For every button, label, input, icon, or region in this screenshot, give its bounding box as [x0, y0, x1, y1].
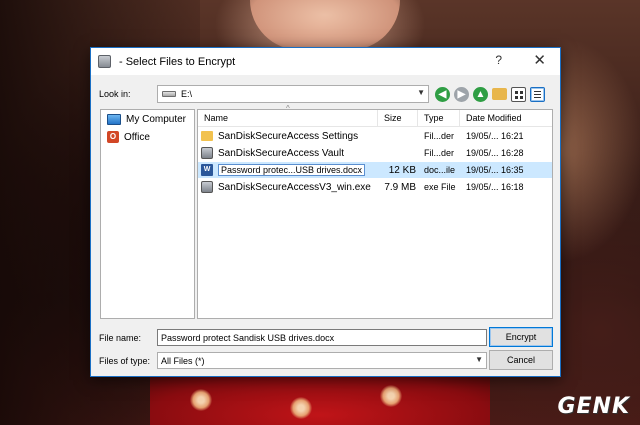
- folder-icon: [201, 131, 213, 141]
- place-label: Office: [124, 131, 150, 143]
- file-name: SanDiskSecureAccess Settings: [218, 130, 359, 142]
- column-headers: ^ Name Size Type Date Modified: [198, 104, 552, 127]
- background-dress: [150, 375, 490, 425]
- file-name: SanDiskSecureAccessV3_win.exe: [218, 181, 371, 193]
- vault-icon: [201, 147, 213, 159]
- column-date-modified[interactable]: Date Modified: [460, 110, 540, 127]
- column-type[interactable]: Type: [418, 109, 460, 127]
- new-folder-icon[interactable]: [492, 88, 507, 100]
- file-type-dropdown[interactable]: All Files (*) ▼: [157, 352, 487, 369]
- chevron-down-icon: ▼: [475, 355, 483, 364]
- column-size[interactable]: Size: [378, 109, 418, 127]
- file-type: exe File: [424, 182, 456, 192]
- file-type: doc...ile: [424, 165, 456, 175]
- chevron-down-icon: ▼: [417, 88, 425, 97]
- select-files-dialog: - Select Files to Encrypt ? ✕ Look in: E…: [90, 47, 561, 377]
- file-type: Fil...der: [424, 131, 455, 141]
- place-label: My Computer: [126, 113, 187, 125]
- file-name-input[interactable]: [157, 329, 487, 346]
- place-my-computer[interactable]: My Computer: [101, 110, 194, 128]
- place-office[interactable]: O Office: [101, 128, 194, 146]
- file-size: 7.9 MB: [384, 181, 416, 193]
- file-row-selected[interactable]: W Password protec...USB drives.docx 12 KB…: [198, 162, 552, 178]
- file-name-row: File name:: [99, 329, 554, 346]
- file-name-label: File name:: [99, 332, 142, 343]
- help-button[interactable]: ?: [495, 53, 502, 67]
- file-row[interactable]: SanDiskSecureAccess Settings Fil...der 1…: [198, 128, 552, 144]
- file-date: 19/05/... 16:35: [466, 165, 524, 175]
- forward-icon[interactable]: ▶: [454, 86, 469, 102]
- navigation-toolbar: ◀ ▶ ▲: [435, 86, 549, 102]
- file-size: 12 KB: [388, 164, 416, 176]
- file-row[interactable]: SanDiskSecureAccessV3_win.exe 7.9 MB exe…: [198, 179, 552, 195]
- file-name: SanDiskSecureAccess Vault: [218, 147, 344, 159]
- look-in-value: E:\: [181, 89, 193, 99]
- file-row[interactable]: SanDiskSecureAccess Vault Fil...der 19/0…: [198, 145, 552, 161]
- background-face: [250, 0, 400, 50]
- look-in-row: Look in: E:\ ▼ ◀ ▶ ▲: [99, 84, 554, 104]
- places-sidebar: My Computer O Office: [100, 109, 195, 319]
- office-icon: O: [107, 131, 119, 143]
- computer-icon: [107, 113, 121, 125]
- exe-icon: [201, 181, 213, 193]
- close-button[interactable]: ✕: [533, 51, 546, 69]
- title-bar: - Select Files to Encrypt ? ✕: [91, 48, 560, 75]
- up-folder-icon[interactable]: ▲: [473, 86, 488, 102]
- file-type-value: All Files (*): [161, 355, 205, 366]
- file-date: 19/05/... 16:21: [466, 131, 524, 141]
- back-icon[interactable]: ◀: [435, 86, 450, 102]
- app-icon: [98, 55, 111, 68]
- file-list: ^ Name Size Type Date Modified SanDiskSe…: [197, 104, 553, 319]
- file-type: Fil...der: [424, 148, 455, 158]
- dialog-title: - Select Files to Encrypt: [119, 55, 236, 68]
- file-name: Password protec...USB drives.docx: [218, 164, 366, 176]
- encrypt-button[interactable]: Encrypt: [489, 327, 553, 347]
- genk-watermark: GENK: [557, 394, 630, 419]
- cancel-button[interactable]: Cancel: [489, 350, 553, 370]
- detail-view-icon[interactable]: [530, 86, 545, 102]
- file-date: 19/05/... 16:28: [466, 148, 524, 158]
- look-in-label: Look in:: [99, 89, 131, 99]
- sort-indicator-icon: ^: [286, 104, 290, 113]
- word-doc-icon: W: [201, 164, 213, 176]
- look-in-dropdown[interactable]: E:\ ▼: [157, 85, 429, 103]
- file-type-label: Files of type:: [99, 355, 151, 366]
- drive-icon: [162, 91, 176, 97]
- list-view-icon[interactable]: [511, 86, 526, 102]
- file-type-row: Files of type: All Files (*) ▼: [99, 352, 554, 369]
- file-date: 19/05/... 16:18: [466, 182, 524, 192]
